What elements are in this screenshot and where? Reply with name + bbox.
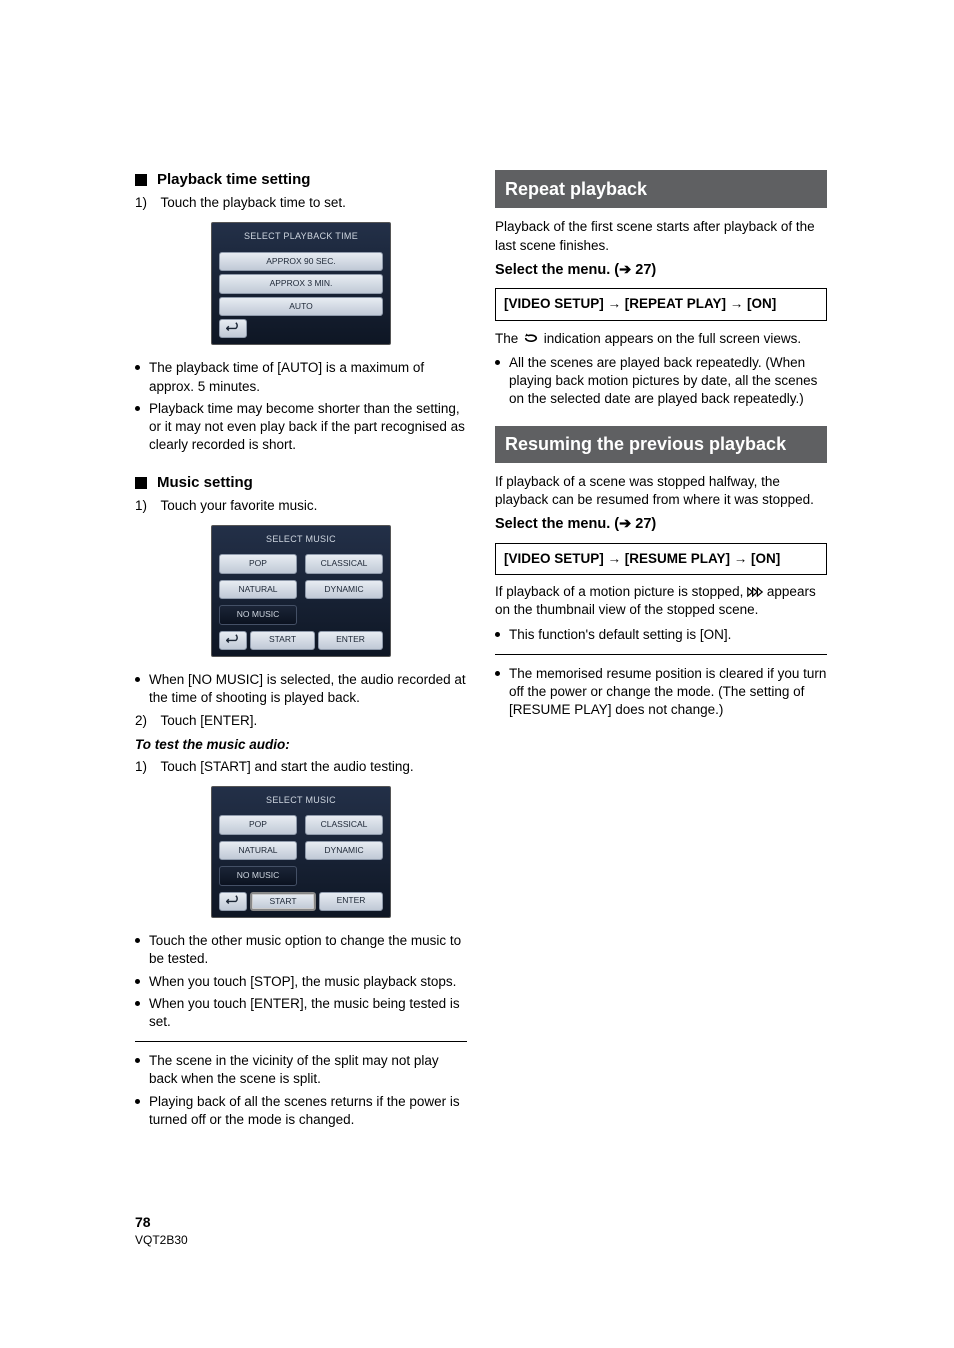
right-column: Repeat playback Playback of the first sc…: [495, 170, 827, 1133]
step-number: 1): [135, 194, 157, 212]
osd-playback-time: SELECT PLAYBACK TIME APPROX 90 SEC. APPR…: [211, 222, 391, 345]
test-step-1: 1) Touch [START] and start the audio tes…: [135, 758, 467, 776]
test-music-notes: Touch the other music option to change t…: [135, 932, 467, 1031]
osd-title: SELECT PLAYBACK TIME: [215, 226, 387, 248]
page-number: 78: [135, 1213, 188, 1232]
resume-notes-1: This function's default setting is [ON].: [495, 626, 827, 644]
osd-title: SELECT MUSIC: [215, 790, 387, 812]
osd-select-music: SELECT MUSIC POP CLASSICAL NATURAL DYNAM…: [211, 525, 391, 657]
heading-text: Playback time setting: [157, 170, 310, 190]
resume-icon: [747, 585, 763, 597]
note-item: This function's default setting is [ON].: [495, 626, 827, 644]
osd-music-natural: NATURAL: [219, 841, 297, 860]
note-item: The scene in the vicinity of the split m…: [135, 1052, 467, 1088]
repeat-intro: Playback of the first scene starts after…: [495, 218, 827, 254]
resume-menu-box: [VIDEO SETUP] → [RESUME PLAY] → [ON]: [495, 543, 827, 575]
osd-back-button: [219, 892, 247, 911]
resume-stopped-text: If playback of a motion picture is stopp…: [495, 583, 827, 619]
text-part-a: If playback of a motion picture is stopp…: [495, 584, 747, 599]
square-bullet-icon: [135, 174, 147, 186]
text-part-a: The: [495, 331, 522, 346]
resume-select-menu: Select the menu. (➔ 27): [495, 515, 827, 535]
note-item: When you touch [STOP], the music playbac…: [135, 973, 467, 991]
osd-music-dynamic: DYNAMIC: [305, 841, 383, 860]
osd-back-button: [219, 631, 247, 650]
note-item: All the scenes are played back repeatedl…: [495, 354, 827, 409]
playback-time-heading: Playback time setting: [135, 170, 467, 190]
repeat-indication-text: The indication appears on the full scree…: [495, 329, 827, 348]
square-bullet-icon: [135, 477, 147, 489]
osd-start-button: START: [250, 631, 315, 650]
repeat-menu-box: [VIDEO SETUP] → [REPEAT PLAY] → [ON]: [495, 288, 827, 320]
music-step-2: 2) Touch [ENTER].: [135, 712, 467, 730]
doc-code: VQT2B30: [135, 1232, 188, 1248]
page-footer: 78 VQT2B30: [135, 1213, 188, 1248]
osd-enter-button: ENTER: [318, 631, 383, 650]
post-rule-notes: The scene in the vicinity of the split m…: [135, 1052, 467, 1129]
step-text: Touch [ENTER].: [161, 713, 258, 728]
horizontal-rule: [135, 1041, 467, 1042]
step-text: Touch [START] and start the audio testin…: [161, 759, 414, 774]
return-arrow-icon: [226, 324, 240, 334]
osd-music-pop: POP: [219, 815, 297, 834]
step-text: Touch the playback time to set.: [161, 195, 346, 210]
note-item: When you touch [ENTER], the music being …: [135, 995, 467, 1031]
note-item: When [NO MUSIC] is selected, the audio r…: [135, 671, 467, 707]
resume-playback-title: Resuming the previous playback: [495, 426, 827, 463]
return-arrow-icon: [226, 636, 240, 646]
osd-select-music-test: SELECT MUSIC POP CLASSICAL NATURAL DYNAM…: [211, 786, 391, 918]
osd-option-3min: APPROX 3 MIN.: [219, 274, 383, 293]
osd-music-natural: NATURAL: [219, 580, 297, 599]
osd-music-dynamic: DYNAMIC: [305, 580, 383, 599]
osd-music-classical: CLASSICAL: [305, 554, 383, 573]
resume-intro: If playback of a scene was stopped halfw…: [495, 473, 827, 509]
note-item: The memorised resume position is cleared…: [495, 665, 827, 720]
music-no-music-note: When [NO MUSIC] is selected, the audio r…: [135, 671, 467, 707]
step-number: 2): [135, 712, 157, 730]
step-number: 1): [135, 758, 157, 776]
repeat-playback-title: Repeat playback: [495, 170, 827, 208]
step-text: Touch your favorite music.: [161, 498, 318, 513]
osd-option-90sec: APPROX 90 SEC.: [219, 252, 383, 271]
playback-time-notes: The playback time of [AUTO] is a maximum…: [135, 359, 467, 454]
osd-back-button: [219, 319, 247, 338]
playback-time-step-1: 1) Touch the playback time to set.: [135, 194, 467, 212]
repeat-select-menu: Select the menu. (➔ 27): [495, 261, 827, 281]
osd-enter-button: ENTER: [319, 892, 383, 911]
test-music-heading: To test the music audio:: [135, 736, 467, 754]
note-item: Playback time may become shorter than th…: [135, 400, 467, 455]
loop-icon: [522, 331, 540, 343]
osd-music-pop: POP: [219, 554, 297, 573]
osd-option-auto: AUTO: [219, 297, 383, 316]
text-part-b: indication appears on the full screen vi…: [544, 331, 801, 346]
osd-title: SELECT MUSIC: [215, 529, 387, 551]
music-step-1: 1) Touch your favorite music.: [135, 497, 467, 515]
osd-music-classical: CLASSICAL: [305, 815, 383, 834]
left-column: Playback time setting 1) Touch the playb…: [135, 170, 467, 1133]
note-item: The playback time of [AUTO] is a maximum…: [135, 359, 467, 395]
osd-start-button-highlighted: START: [250, 892, 316, 911]
repeat-notes: All the scenes are played back repeatedl…: [495, 354, 827, 409]
horizontal-rule: [495, 654, 827, 655]
step-number: 1): [135, 497, 157, 515]
return-arrow-icon: [226, 897, 240, 907]
note-item: Touch the other music option to change t…: [135, 932, 467, 968]
music-heading: Music setting: [135, 473, 467, 493]
osd-music-none: NO MUSIC: [219, 866, 297, 885]
osd-music-none: NO MUSIC: [219, 605, 297, 624]
resume-notes-2: The memorised resume position is cleared…: [495, 665, 827, 720]
page-content: Playback time setting 1) Touch the playb…: [0, 0, 954, 1133]
note-item: Playing back of all the scenes returns i…: [135, 1093, 467, 1129]
heading-text: Music setting: [157, 473, 253, 493]
